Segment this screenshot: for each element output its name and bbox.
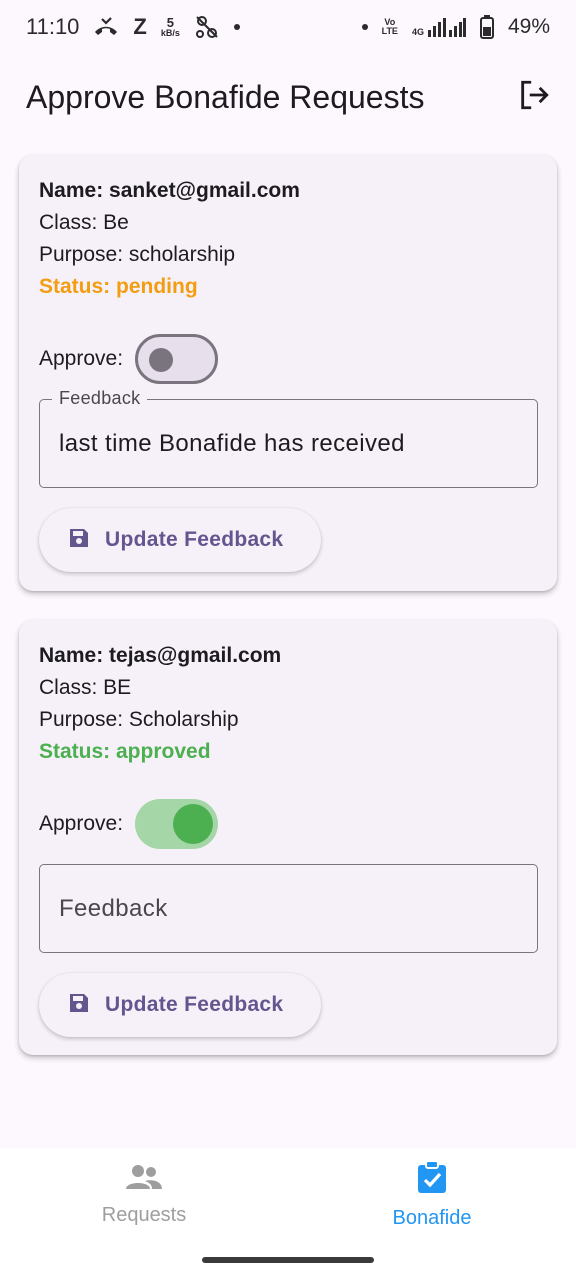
logout-button[interactable] [514, 77, 554, 117]
notification-dot-icon [361, 24, 368, 30]
bottom-navigation: Requests Bonafide [0, 1148, 576, 1242]
request-name: Name: sanket@gmail.com [39, 179, 300, 202]
hotspot-off-icon [194, 15, 220, 39]
battery-percent: 49% [507, 15, 550, 38]
app-bar: Approve Bonafide Requests [0, 62, 576, 132]
feedback-field[interactable]: Feedback last time Bonafide has received [39, 388, 538, 488]
request-card: Name: sanket@gmail.com Class: Be Purpose… [19, 155, 557, 591]
request-class: Class: Be [39, 211, 129, 234]
volte-indicator: Vo LTE [382, 18, 398, 36]
z-app-icon: Z [133, 14, 147, 39]
feedback-label: Feedback [52, 388, 148, 409]
approve-toggle[interactable] [135, 334, 219, 384]
volte-bottom: LTE [381, 26, 398, 36]
request-card: Name: tejas@gmail.com Class: BE Purpose:… [19, 620, 557, 1055]
update-feedback-label: Update Feedback [105, 528, 284, 551]
people-icon [125, 1163, 163, 1196]
request-status: Status: approved [39, 740, 211, 763]
approve-row: Approve: [39, 333, 537, 385]
update-feedback-label: Update Feedback [105, 993, 284, 1016]
nav-item-requests[interactable]: Requests [0, 1148, 288, 1242]
page-title: Approve Bonafide Requests [26, 78, 425, 115]
feedback-field[interactable]: Feedback [39, 864, 538, 953]
update-feedback-button[interactable]: Update Feedback [39, 508, 321, 572]
feedback-value: last time Bonafide has received [59, 429, 405, 457]
request-status: Status: pending [39, 275, 198, 298]
status-bar-left: 11:10 Z 5 kB/s [26, 14, 240, 40]
missed-call-icon [93, 17, 119, 37]
network-speed: 5 kB/s [161, 16, 180, 38]
approve-row: Approve: [39, 798, 537, 850]
request-name: Name: tejas@gmail.com [39, 644, 282, 667]
network-type: 4G [411, 27, 424, 37]
status-time: 11:10 [26, 14, 80, 39]
feedback-placeholder: Feedback [59, 894, 168, 922]
nav-label-requests: Requests [101, 1204, 187, 1226]
save-icon [67, 991, 91, 1020]
notification-dot-icon [233, 24, 240, 30]
nav-item-bonafide[interactable]: Bonafide [288, 1148, 576, 1242]
clipboard-check-icon [416, 1160, 448, 1199]
approve-toggle[interactable] [135, 799, 219, 849]
save-icon [67, 526, 91, 555]
toggle-thumb [173, 804, 214, 844]
request-class: Class: BE [39, 676, 132, 699]
status-bar-right: Vo LTE 4G 49% [361, 15, 550, 39]
request-purpose: Purpose: scholarship [39, 243, 236, 266]
approve-label: Approve: [39, 347, 124, 370]
home-gesture-bar[interactable] [202, 1257, 374, 1263]
update-feedback-button[interactable]: Update Feedback [39, 973, 321, 1037]
status-bar: 11:10 Z 5 kB/s Vo LTE 4G 49% [0, 0, 576, 54]
nav-label-bonafide: Bonafide [392, 1207, 472, 1229]
battery-icon [479, 15, 494, 39]
logout-icon [517, 78, 551, 117]
network-speed-unit: kB/s [160, 28, 180, 38]
signal-icon: 4G [412, 17, 466, 37]
toggle-thumb [149, 348, 174, 372]
approve-label: Approve: [39, 812, 124, 835]
request-purpose: Purpose: Scholarship [39, 708, 239, 731]
